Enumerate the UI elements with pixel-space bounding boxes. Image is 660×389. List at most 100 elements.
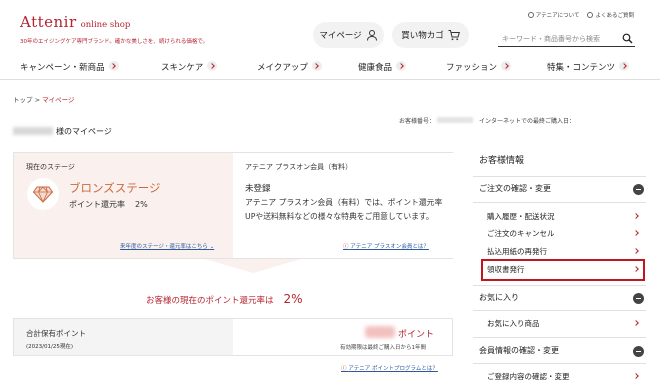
stage-rate: ポイント還元率 2% xyxy=(69,199,148,210)
cart-icon xyxy=(448,30,460,41)
divider xyxy=(473,337,646,338)
cart-label: 買い物カゴ xyxy=(401,31,444,41)
points-program-link[interactable]: ⓘ アテニア ポイントプログラムとは？ xyxy=(341,364,438,372)
cart-button[interactable]: 買い物カゴ xyxy=(392,22,469,48)
nav-features-label: 特集・コンテンツ xyxy=(547,63,616,73)
collapse-icon[interactable] xyxy=(633,346,644,357)
stage-name: ブロンズステージ xyxy=(69,181,161,195)
sidebar-item-cancel-order[interactable]: ご注文のキャンセル xyxy=(487,228,555,239)
points-program-link-label: アテニア ポイントプログラムとは？ xyxy=(348,366,438,372)
chevron-right-icon xyxy=(501,61,512,71)
breadcrumb: トップ > マイページ xyxy=(13,94,74,104)
info-icon xyxy=(527,12,534,18)
divider xyxy=(473,176,646,177)
member-number-label: お客様番号： xyxy=(399,118,436,125)
chevron-right-icon xyxy=(108,61,119,71)
redacted-member-number xyxy=(437,117,474,123)
collapse-icon[interactable] xyxy=(633,184,644,195)
redacted-customer-name xyxy=(13,127,53,135)
nav-campaign-label: キャンペーン・新商品 xyxy=(20,63,105,73)
user-icon xyxy=(366,30,377,41)
current-stage-label: 現在のステージ xyxy=(26,163,75,171)
plus-on-description: アテニア プラスオン会員（有料）では、ポイント還元率UPや送料無料などの様々な特… xyxy=(245,198,443,221)
brand-logo[interactable]: Attenir online shop xyxy=(20,13,130,31)
points-expiry-note: 有効期限は最終ご購入日から1年間 xyxy=(340,345,427,351)
last-purchase-label: インターネットでの最終ご購入日： xyxy=(479,118,576,125)
nav-health[interactable]: 健康食品 xyxy=(358,61,407,73)
faq-link[interactable]: よくあるご質問 xyxy=(587,11,634,19)
breadcrumb-separator: > xyxy=(34,96,41,104)
rate-notice: お客様の現在のポイント還元率は 2% xyxy=(146,292,303,306)
nav-skincare-label: スキンケア xyxy=(161,63,204,73)
stage-panel: 現在のステージ ブロンズステージ ポイント還元率 2% 来年度のステージ・還元率は… xyxy=(13,152,453,259)
plus-on-link-label: アテニア プラスオン会員とは？ xyxy=(350,244,429,250)
nav-skincare[interactable]: スキンケア xyxy=(161,61,218,73)
page-title-suffix: 様のマイページ xyxy=(56,127,112,136)
nav-health-label: 健康食品 xyxy=(358,63,393,73)
brand-sub: online shop xyxy=(80,20,131,30)
breadcrumb-current: マイページ xyxy=(42,96,75,104)
search-icon[interactable] xyxy=(622,33,633,44)
search-placeholder: キーワード・商品番号から検索 xyxy=(502,35,600,43)
question-circle-icon: ⓘ xyxy=(343,244,349,250)
points-label: 合計保有ポイント xyxy=(26,329,86,338)
rate-notice-text: お客様の現在のポイント還元率は xyxy=(146,296,274,306)
mypage-label: マイページ xyxy=(319,31,362,41)
category-nav: キャンペーン・新商品 スキンケア メイクアップ 健康食品 ファッション 特集・コ… xyxy=(0,58,660,80)
sidebar-item-reissue-slip[interactable]: 払込用紙の再発行 xyxy=(487,246,547,257)
plus-on-card: アテニア プラスオン会員（有料） 未登録 アテニア プラスオン会員（有料）では、… xyxy=(233,153,453,258)
divider xyxy=(473,310,646,311)
rate-notice-value: 2% xyxy=(283,292,303,306)
next-stage-link[interactable]: 来年度のステージ・還元率はこちら ⌄ xyxy=(120,242,214,250)
redacted-points-value xyxy=(365,326,395,338)
brand-name: Attenir xyxy=(20,13,77,31)
plus-on-link[interactable]: ⓘ アテニア プラスオン会員とは？ xyxy=(343,242,429,250)
sidebar-item-edit-profile[interactable]: ご登録内容の確認・変更 xyxy=(487,371,570,382)
sidebar-item-favorites[interactable]: お気に入り商品 xyxy=(487,318,540,329)
next-stage-link-label: 来年度のステージ・還元率はこちら xyxy=(120,244,208,250)
section-member-head[interactable]: 会員情報の確認・変更 xyxy=(479,345,559,356)
sidebar-title: お客様情報 xyxy=(479,156,525,166)
chevron-right-icon xyxy=(633,373,639,379)
divider xyxy=(473,363,646,364)
search-input[interactable]: キーワード・商品番号から検索 xyxy=(498,31,635,47)
section-orders-head[interactable]: ご注文の確認・変更 xyxy=(479,183,551,194)
points-unit: ポイント xyxy=(398,330,435,340)
chevron-right-icon xyxy=(633,320,639,326)
breadcrumb-home[interactable]: トップ xyxy=(13,96,33,104)
chevron-right-icon xyxy=(396,61,407,71)
about-link[interactable]: アテニアについて xyxy=(527,11,580,19)
page-title: 様のマイページ xyxy=(13,126,112,137)
nav-fashion[interactable]: ファッション xyxy=(446,61,512,73)
chevron-right-icon xyxy=(633,248,639,254)
stage-rate-label: ポイント還元率 xyxy=(69,200,125,209)
question-circle-icon: ⓘ xyxy=(341,366,347,372)
chevron-down-icon: ⌄ xyxy=(209,244,215,250)
nav-fashion-label: ファッション xyxy=(446,63,498,73)
top-links: アテニアについて よくあるご質問 xyxy=(527,11,634,19)
points-label-cell: 合計保有ポイント (2023/01/25現在) xyxy=(14,319,233,355)
mypage-button[interactable]: マイページ xyxy=(313,22,384,48)
collapse-icon[interactable] xyxy=(633,293,644,304)
chevron-right-icon xyxy=(633,230,639,236)
member-info: お客様番号： インターネットでの最終ご購入日： xyxy=(399,116,575,125)
plus-on-status: 未登録 xyxy=(245,184,271,194)
brand-tagline: 30年のエイジングケア専門ブランド。確かな美しさを、続けられる価格で。 xyxy=(20,39,209,45)
nav-features[interactable]: 特集・コンテンツ xyxy=(547,61,630,73)
sidebar-item-purchase-history[interactable]: 購入履歴・配送状況 xyxy=(487,211,555,222)
section-favorites-head[interactable]: お気に入り xyxy=(479,292,519,303)
plus-on-label: アテニア プラスオン会員（有料） xyxy=(245,163,353,171)
divider xyxy=(473,202,646,203)
about-link-label: アテニアについて xyxy=(535,13,580,19)
chevron-right-icon xyxy=(633,213,639,219)
nav-campaign[interactable]: キャンペーン・新商品 xyxy=(20,61,119,73)
divider xyxy=(473,285,646,286)
diamond-icon xyxy=(27,178,59,210)
site-header: Attenir online shop 30年のエイジングケア専門ブランド。確かな… xyxy=(0,0,660,58)
nav-makeup[interactable]: メイクアップ xyxy=(257,61,322,73)
stage-rate-value: 2% xyxy=(135,200,148,209)
faq-link-label: よくあるご質問 xyxy=(595,13,634,19)
receipt-highlight-box xyxy=(481,259,645,281)
question-icon xyxy=(587,12,594,18)
nav-makeup-label: メイクアップ xyxy=(257,63,308,73)
